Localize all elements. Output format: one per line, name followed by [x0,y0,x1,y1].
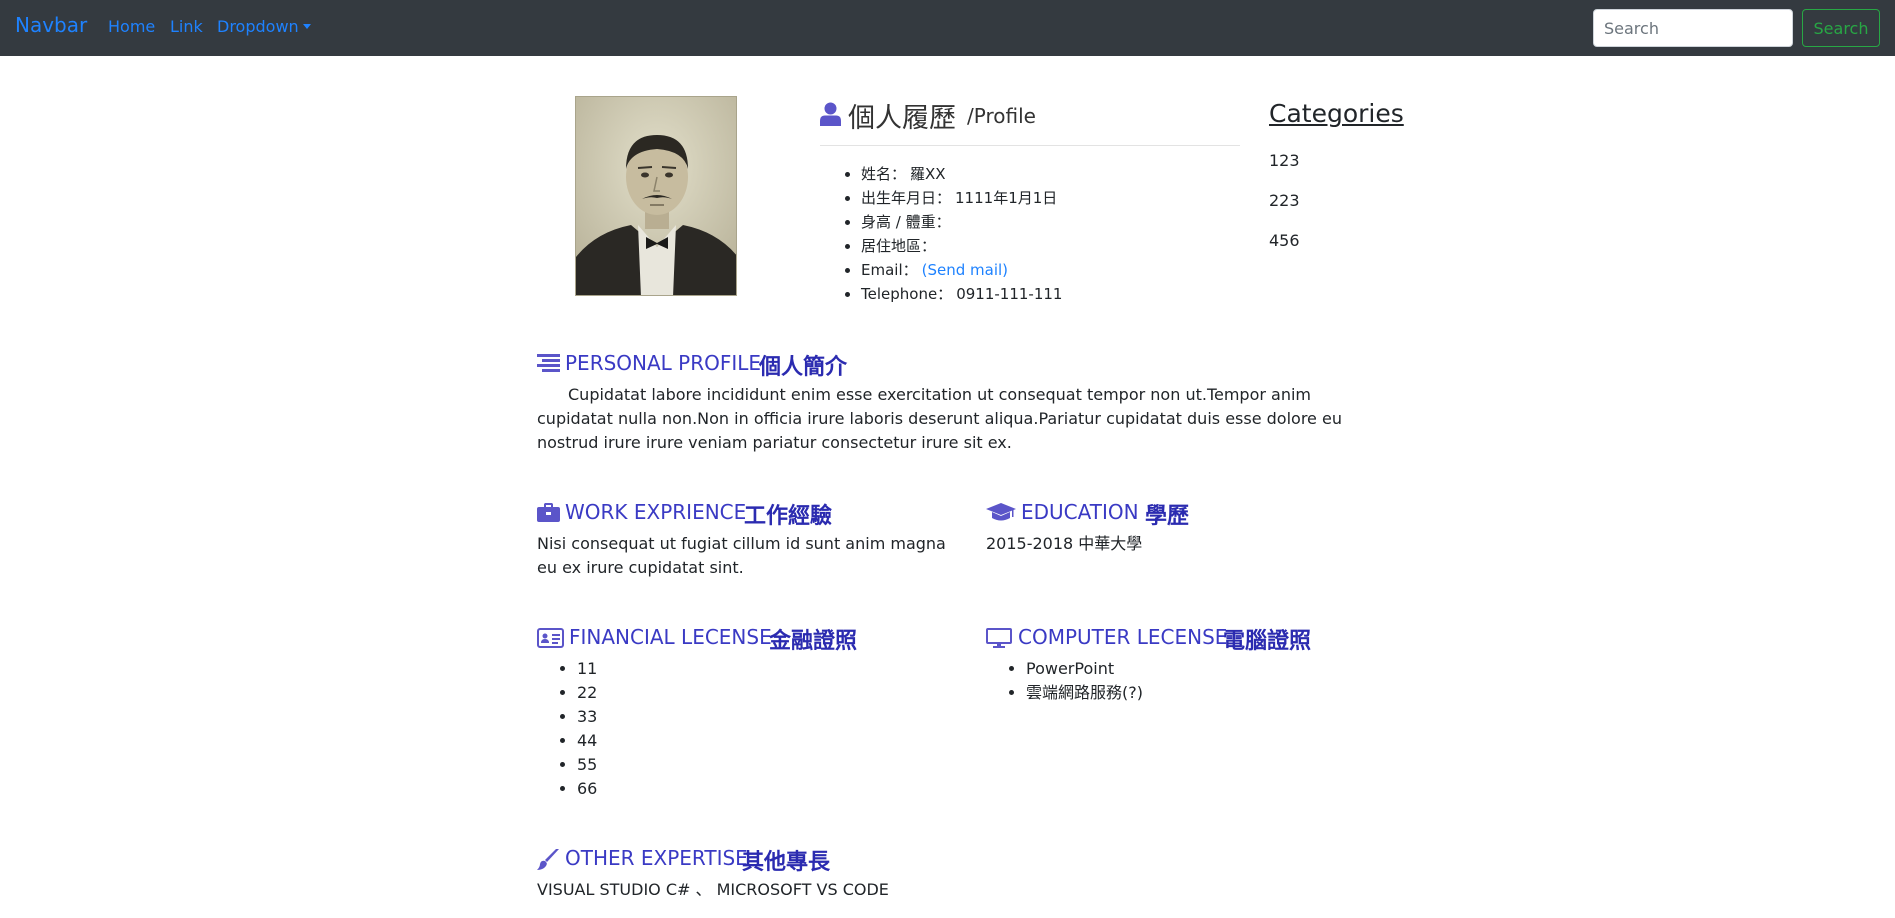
info-telephone: Telephone：0911-111-111 [861,282,1062,306]
info-height-weight: 身高 / 體重： [861,210,1062,234]
info-residence-label: 居住地區： [861,237,937,255]
list-item: PowerPoint [1026,657,1143,681]
personal-profile-title-en: PERSONAL PROFILE [565,351,762,375]
work-experience-title-zh: 工作經驗 [744,504,833,529]
send-mail-link[interactable]: (Send mail) [922,261,1008,279]
nav-link-link[interactable]: Link [170,17,203,36]
computer-license-title-en: COMPUTER LECENSE [1018,625,1228,649]
info-height-weight-label: 身高 / 體重： [861,213,951,231]
portrait-photo-icon [576,97,736,295]
user-icon [820,102,841,126]
profile-title-sub: /Profile [967,104,1036,128]
info-email: Email：(Send mail) [861,258,1062,282]
financial-license-list: 11 22 33 44 55 66 [557,657,597,801]
info-residence: 居住地區： [861,234,1062,258]
nav-link-home[interactable]: Home [108,17,155,36]
info-name: 姓名：羅XX [861,162,1062,186]
monitor-icon [986,628,1012,648]
categories-heading[interactable]: Categories [1269,99,1404,128]
info-birthday-label: 出生年月日： [861,189,952,207]
graduation-cap-icon [986,503,1016,521]
info-name-label: 姓名： [861,165,907,183]
list-item: 11 [577,657,597,681]
financial-license-title-en: FINANCIAL LECENSE [569,625,772,649]
education-title-en: EDUCATION [1021,500,1139,524]
search-input[interactable] [1593,9,1793,47]
list-item: 雲端網路服務(?) [1026,681,1143,705]
profile-divider [820,145,1240,146]
info-name-value: 羅XX [910,165,946,183]
search-button[interactable]: Search [1802,9,1880,47]
info-email-label: Email： [861,261,918,279]
list-item: 55 [577,753,597,777]
other-expertise-title-zh: 其他專長 [742,850,831,875]
info-birthday-value: 1111年1月1日 [955,189,1058,207]
list-item: 33 [577,705,597,729]
other-expertise-text: VISUAL STUDIO C# 、 MICROSOFT VS CODE [537,880,889,899]
paint-brush-icon [537,849,559,870]
briefcase-icon [537,503,560,522]
computer-license-title-zh: 電腦證照 [1223,629,1312,654]
education-text: 2015-2018 中華大學 [986,534,1143,553]
navbar-brand[interactable]: Navbar [15,13,87,37]
id-card-icon [537,628,564,648]
nav-dropdown[interactable]: Dropdown [217,17,311,36]
list-item: 44 [577,729,597,753]
computer-license-list: PowerPoint 雲端網路服務(?) [1006,657,1143,705]
work-experience-text: Nisi consequat ut fugiat cillum id sunt … [537,534,946,577]
align-right-icon [537,354,560,372]
profile-photo [575,96,737,296]
profile-info-list: 姓名：羅XX 出生年月日：1111年1月1日 身高 / 體重： 居住地區： Em… [841,162,1062,306]
info-telephone-label: Telephone： [861,285,953,303]
education-title-zh: 學歷 [1145,504,1190,529]
info-telephone-value: 0911-111-111 [956,285,1063,303]
category-item[interactable]: 223 [1269,191,1300,210]
other-expertise-title-en: OTHER EXPERTISE [565,846,748,870]
nav-dropdown-label: Dropdown [217,17,299,36]
navbar: Navbar Home Link Dropdown Search [0,0,1895,56]
profile-title-main: 個人履歷 [848,103,956,134]
category-item[interactable]: 123 [1269,151,1300,170]
category-item[interactable]: 456 [1269,231,1300,250]
personal-profile-text: Cupidatat labore incididunt enim esse ex… [537,385,1342,452]
caret-down-icon [302,24,311,29]
personal-profile-title-zh: 個人簡介 [759,355,848,380]
work-experience-title-en: WORK EXPRIENCE [565,500,747,524]
info-birthday: 出生年月日：1111年1月1日 [861,186,1062,210]
financial-license-title-zh: 金融證照 [769,629,858,654]
list-item: 66 [577,777,597,801]
list-item: 22 [577,681,597,705]
